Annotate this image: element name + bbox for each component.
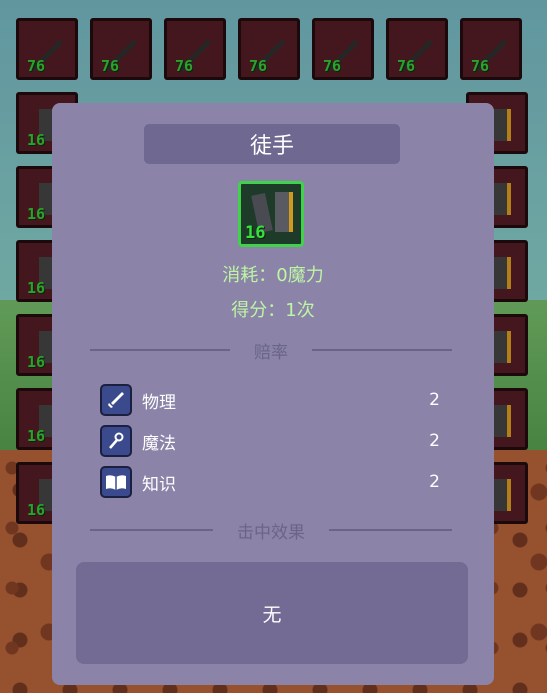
sword-icon	[100, 384, 132, 416]
stat-row-physical: 物理 2	[100, 383, 444, 417]
item-level: 16	[245, 223, 266, 243]
greaves-icon-part	[275, 192, 293, 232]
item-title: 徒手	[144, 124, 400, 164]
odds-divider: 赔率	[90, 340, 452, 363]
item-detail-panel: 徒手 16 消耗：0魔力 得分：1次 赔率 物理 2 魔法 2 知识 2 击中效…	[52, 103, 494, 685]
divider-line	[312, 349, 452, 351]
odds-label: 赔率	[254, 342, 288, 363]
stat-value: 2	[429, 472, 440, 492]
stat-row-knowledge: 知识 2	[100, 465, 444, 499]
divider-line	[90, 349, 230, 351]
hit-effect-label: 击中效果	[237, 522, 305, 543]
divider-line	[90, 529, 213, 531]
mana-cost: 消耗：0魔力	[222, 265, 324, 286]
score-count: 得分：1次	[231, 300, 315, 321]
item-icon-frame: 16	[238, 181, 304, 247]
staff-icon	[100, 425, 132, 457]
hit-effect-box: 无	[76, 562, 468, 664]
stat-name: 魔法	[142, 433, 176, 454]
stat-value: 2	[429, 431, 440, 451]
stat-row-magic: 魔法 2	[100, 424, 444, 458]
stat-name: 知识	[142, 474, 176, 495]
hit-effect-divider: 击中效果	[90, 520, 452, 543]
hit-effect-value: 无	[262, 603, 282, 626]
book-icon	[100, 466, 132, 498]
divider-line	[329, 529, 452, 531]
stat-name: 物理	[142, 392, 176, 413]
stat-value: 2	[429, 390, 440, 410]
